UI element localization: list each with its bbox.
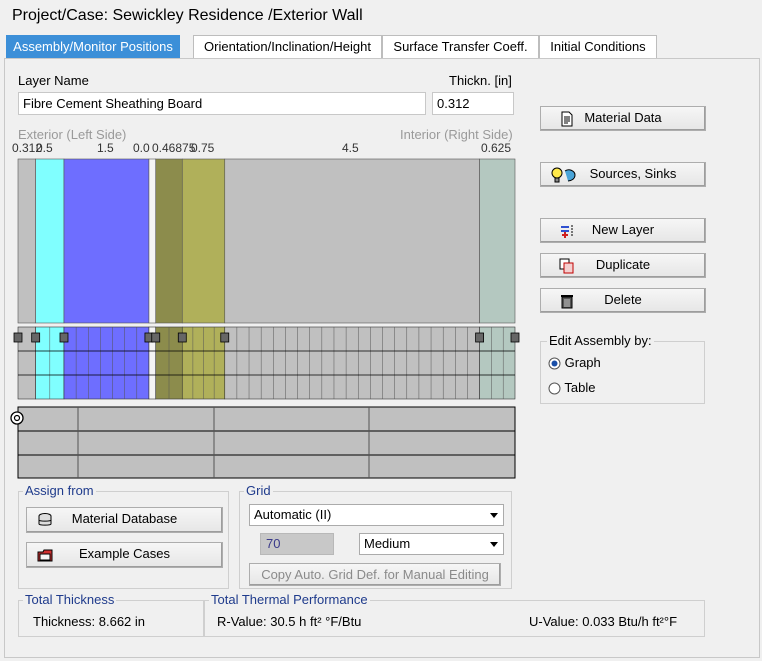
edit-assembly-title: Edit Assembly by: [547, 333, 654, 348]
monitor-position-icon[interactable] [31, 332, 41, 343]
trash-icon [561, 295, 573, 309]
monitor-position-icon[interactable] [59, 332, 69, 343]
assembly-layer[interactable] [17, 158, 36, 324]
material-database-label: Material Database [71, 511, 178, 526]
grid-density-value: Medium [364, 536, 411, 551]
monitor-position-icon[interactable] [151, 332, 161, 343]
tab-assembly-monitor-positions[interactable]: Assembly/Monitor Positions [6, 35, 180, 59]
sources-sinks-button[interactable]: Sources, Sinks [540, 162, 706, 187]
table-radio-label: Table [564, 380, 596, 395]
thermal-performance-title: Total Thermal Performance [209, 592, 370, 607]
grid-layer [224, 326, 480, 400]
assign-from-title: Assign from [23, 483, 96, 498]
tab-surface-transfer-coeff[interactable]: Surface Transfer Coeff. [382, 35, 539, 59]
grid-mode-value: Automatic (II) [254, 507, 332, 522]
assembly-layer[interactable] [63, 158, 150, 324]
monitor-target-icon[interactable] [10, 411, 24, 425]
tab-orientation-inclination-height[interactable]: Orientation/Inclination/Height [193, 35, 382, 59]
interior-label: Interior (Right Side) [400, 127, 513, 142]
new-layer-label: New Layer [591, 222, 655, 237]
layer-thickness-label: 1.5 [97, 141, 114, 155]
assembly-layer[interactable] [181, 158, 226, 324]
thermal-performance-group: Total Thermal Performance R-Value: 30.5 … [204, 593, 705, 637]
edit-assembly-group: Edit Assembly by: Graph Table [540, 334, 705, 404]
layer-thickness-label: 0.0 [133, 141, 150, 155]
assembly-graph[interactable] [10, 155, 522, 480]
layer-thickness-label: 0.5 [36, 141, 53, 155]
layer-thickness-label: 4.5 [342, 141, 359, 155]
monitor-position-icon[interactable] [510, 332, 520, 343]
grid-layer [63, 326, 150, 400]
total-thickness-title: Total Thickness [23, 592, 117, 607]
material-data-label: Material Data [584, 110, 662, 125]
duplicate-button[interactable]: Duplicate [540, 253, 706, 278]
document-icon [561, 111, 573, 127]
duplicate-icon [559, 258, 574, 274]
monitor-position-icon[interactable] [13, 332, 23, 343]
graph-radio[interactable]: Graph [548, 355, 601, 370]
layer-thickness-label: 0.46875 [152, 141, 196, 155]
tab-initial-conditions[interactable]: Initial Conditions [539, 35, 657, 59]
material-database-button[interactable]: Material Database [26, 507, 223, 533]
assign-from-group: Assign from Material Database Example Ca… [18, 484, 229, 589]
thickness-value: Thickness: 8.662 in [33, 614, 146, 629]
database-icon [38, 513, 52, 526]
delete-label: Delete [604, 292, 642, 307]
radio-unselected-icon [548, 382, 561, 395]
layer-thickness-label: 0.75 [191, 141, 215, 155]
table-radio[interactable]: Table [548, 380, 595, 395]
exterior-label: Exterior (Left Side) [18, 127, 127, 142]
new-layer-button[interactable]: New Layer [540, 218, 706, 243]
add-layer-icon [561, 225, 573, 238]
graph-radio-label: Graph [564, 355, 601, 370]
example-cases-button[interactable]: Example Cases [26, 542, 223, 568]
layer-name-label: Layer Name [18, 73, 89, 88]
layer-name-input[interactable]: Fibre Cement Sheathing Board [18, 92, 426, 115]
thickness-input[interactable]: 0.312 [432, 92, 514, 115]
grid-layer [479, 326, 516, 400]
total-thickness-group: Total Thickness Thickness: 8.662 in [18, 593, 204, 637]
monitor-position-icon[interactable] [177, 332, 187, 343]
assembly-layer[interactable] [224, 158, 480, 324]
page-title: Project/Case: Sewickley Residence /Exter… [12, 7, 363, 24]
monitor-position-icon[interactable] [220, 332, 230, 343]
duplicate-label: Duplicate [595, 257, 651, 272]
grid-mode-select[interactable]: Automatic (II) [249, 504, 504, 526]
example-cases-label: Example Cases [78, 546, 171, 561]
delete-button[interactable]: Delete [540, 288, 706, 313]
layer-thickness-label: 0.625 [481, 141, 512, 155]
assembly-layer[interactable] [148, 158, 157, 324]
folder-icon [37, 549, 53, 562]
grid-count-field[interactable]: 70 [260, 533, 334, 555]
r-value: R-Value: 30.5 h ft² °F/Btu [217, 614, 362, 629]
lightbulb-icon [551, 167, 576, 183]
u-value: U-Value: 0.033 Btu/h ft²°F [529, 614, 678, 629]
assembly-layer[interactable] [479, 158, 516, 324]
grid-group: Grid Automatic (II) 70 Medium Copy Auto.… [239, 484, 512, 589]
chevron-down-icon [490, 513, 498, 518]
grid-density-select[interactable]: Medium [359, 533, 504, 555]
radio-selected-icon [548, 357, 561, 370]
sources-sinks-label: Sources, Sinks [589, 166, 677, 181]
material-data-button[interactable]: Material Data [540, 106, 706, 131]
thickness-label: Thickn. [in] [449, 73, 512, 88]
assembly-layer[interactable] [35, 158, 65, 324]
grid-title: Grid [244, 483, 273, 498]
copy-grid-button[interactable]: Copy Auto. Grid Def. for Manual Editing [249, 563, 501, 586]
chevron-down-icon [490, 542, 498, 547]
monitor-position-icon[interactable] [475, 332, 485, 343]
assembly-layer[interactable] [155, 158, 183, 324]
